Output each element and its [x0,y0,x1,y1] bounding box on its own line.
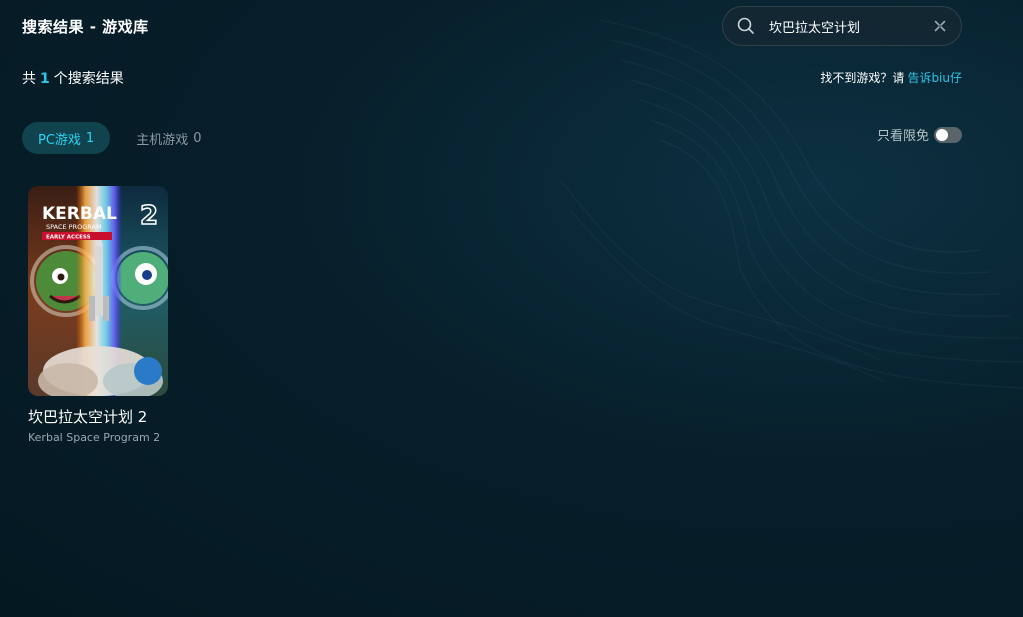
free-only-filter: 只看限免 [877,125,962,144]
feedback-text: 找不到游戏？请 [820,71,905,85]
feedback-link[interactable]: 告诉biu仔 [907,69,962,86]
cover-logo-main: KERBAL [42,204,117,224]
result-number: 1 [40,71,50,87]
tab-count: 1 [85,130,95,146]
search-input[interactable] [769,18,933,34]
game-cover-image[interactable]: KERBAL 2 SPACE PROGRAM EARLY ACCESS [28,186,168,396]
result-suffix: 个搜索结果 [53,71,124,87]
search-box[interactable] [722,6,962,46]
clear-icon[interactable] [933,19,947,33]
game-title-chinese[interactable]: 坎巴拉太空计划 2 [28,406,168,427]
cover-badge: EARLY ACCESS [46,235,91,241]
tab-pc-games[interactable]: PC游戏 1 [22,122,111,154]
tab-label: 主机游戏 [136,132,189,148]
result-count: 共 1 个搜索结果 [22,68,124,88]
feedback-prompt: 找不到游戏？请 告诉biu仔 [820,69,962,86]
game-title-english: Kerbal Space Program 2 [28,431,161,444]
cover-logo-sub: SPACE PROGRAM [46,223,102,231]
tab-console-games[interactable]: 主机游戏 0 [120,122,217,154]
free-only-label: 只看限免 [876,129,929,144]
platform-tabs: PC游戏 1 主机游戏 0 [22,122,218,154]
game-card[interactable]: KERBAL 2 SPACE PROGRAM EARLY ACCESS 坎巴拉太… [28,186,168,444]
cover-logo-number: 2 [140,201,158,231]
result-prefix: 共 [22,71,36,87]
free-only-toggle[interactable] [934,126,962,143]
tab-count: 0 [193,130,202,146]
page-title: 搜索结果 - 游戏库 [22,18,149,36]
tab-label: PC游戏 [38,132,81,148]
search-icon[interactable] [737,17,755,35]
cover-art: KERBAL 2 SPACE PROGRAM EARLY ACCESS [28,186,168,396]
